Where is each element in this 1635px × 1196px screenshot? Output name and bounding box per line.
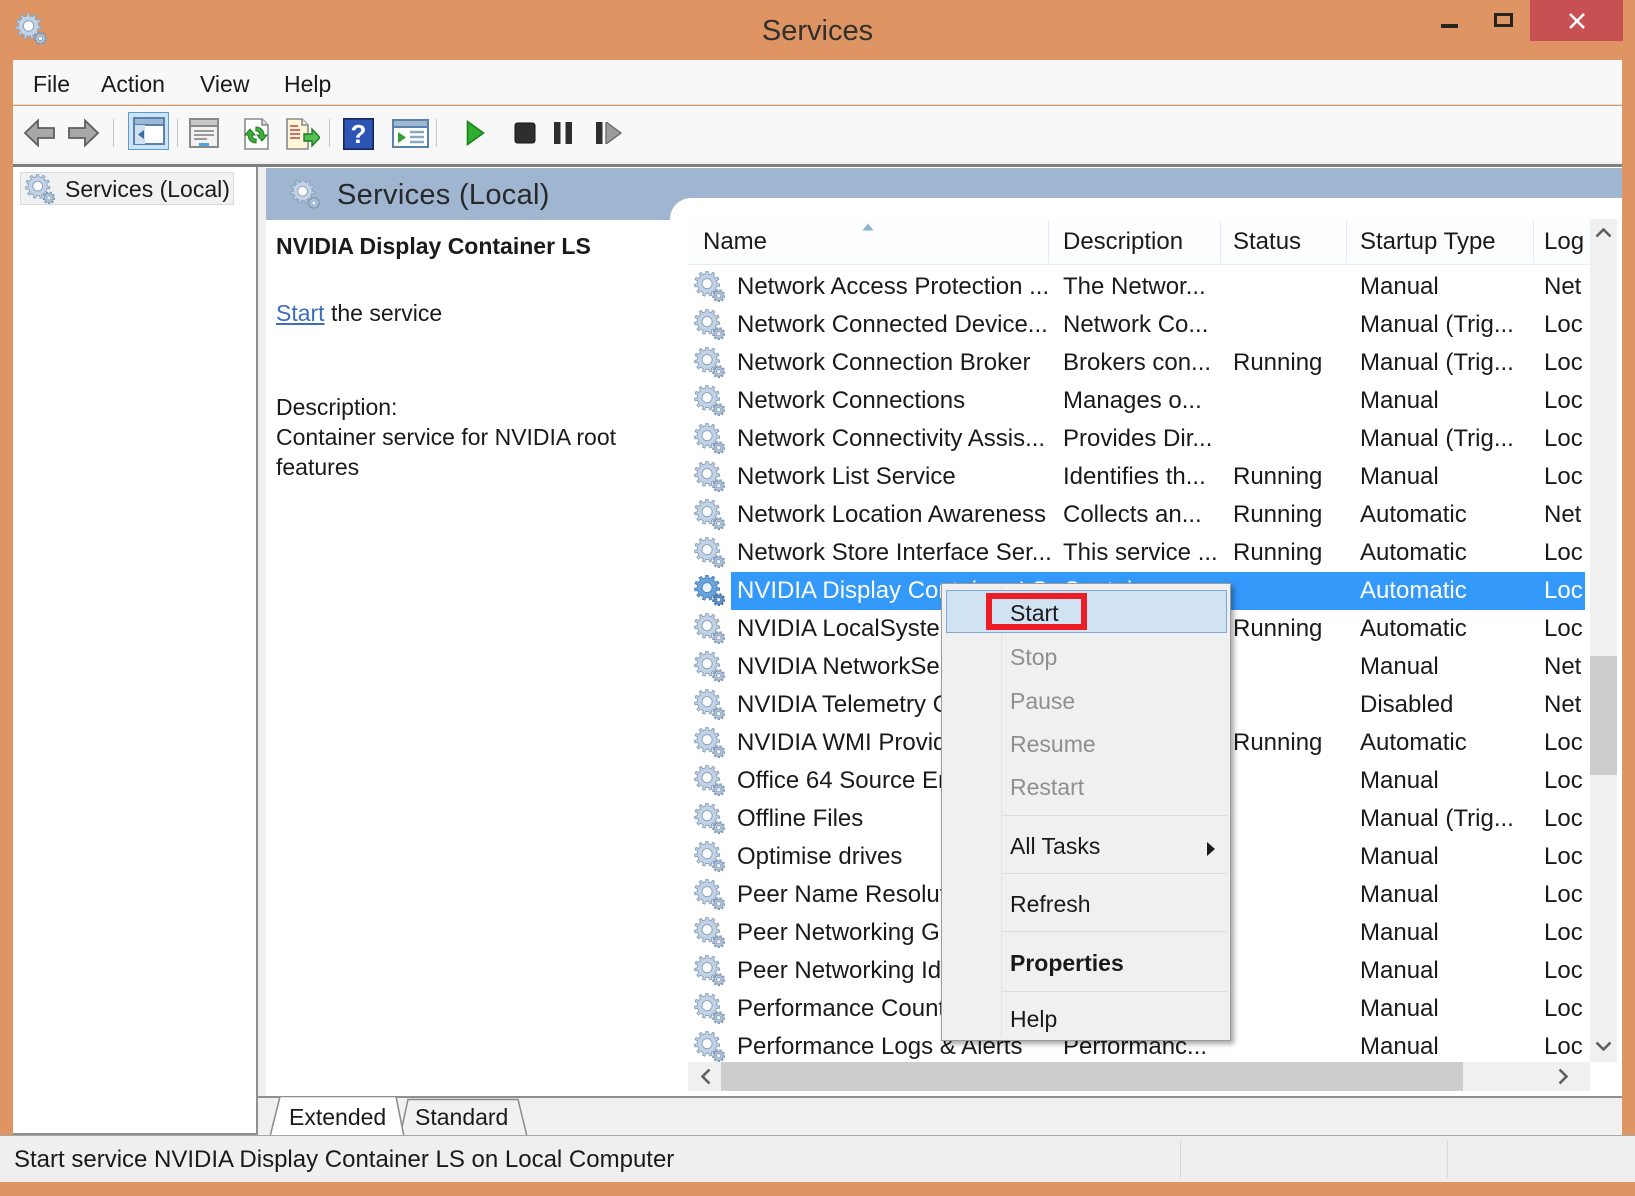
svg-text:?: ? xyxy=(351,119,367,149)
